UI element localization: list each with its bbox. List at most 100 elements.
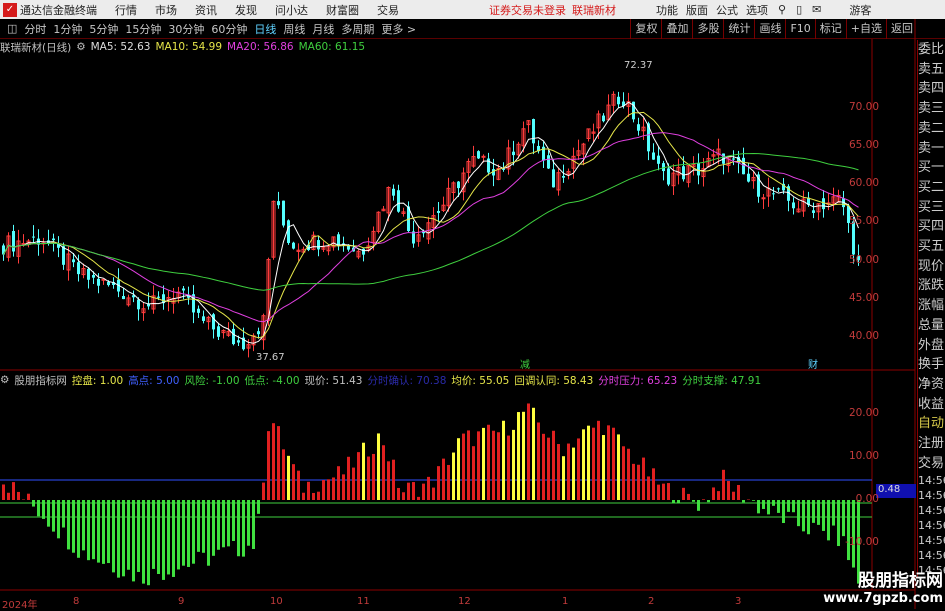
candle-body xyxy=(747,174,750,182)
indicator-bar xyxy=(287,456,290,500)
indicator-bar xyxy=(307,482,310,500)
candle-body xyxy=(682,166,685,179)
indicator-bar xyxy=(102,500,105,564)
tick-time: 14:56 xyxy=(918,518,945,533)
candle-body xyxy=(822,198,825,209)
candle-body xyxy=(32,237,35,238)
indicator-bar xyxy=(367,457,370,500)
candle-body xyxy=(197,309,200,313)
indicator-bar xyxy=(552,431,555,500)
indicator-item: 控盘: 1.00 xyxy=(72,373,123,388)
candle-body xyxy=(277,201,280,205)
candle-body xyxy=(477,151,480,158)
indicator-bar xyxy=(332,477,335,500)
indicator-bar xyxy=(707,500,710,502)
date-label: 1 xyxy=(562,596,568,607)
indicator-bar xyxy=(347,457,350,500)
candle-body xyxy=(77,262,80,274)
indicator-bar xyxy=(17,492,20,500)
indicator-bar xyxy=(482,428,485,500)
indicator-bar xyxy=(812,500,815,523)
indicator-axis-label: 0.00 xyxy=(839,493,879,505)
indicator-bar xyxy=(567,444,570,500)
indicator-axis-label: 20.00 xyxy=(839,407,879,419)
quote-field-label: 卖四 xyxy=(918,79,945,99)
indicator-bar xyxy=(387,461,390,500)
indicator-bar xyxy=(352,468,355,500)
indicator-bar xyxy=(377,433,380,500)
date-label: 9 xyxy=(178,596,184,607)
indicator-bar xyxy=(442,459,445,500)
indicator-bar xyxy=(527,403,530,500)
chart-canvas[interactable]: 72.3737.67减财 xyxy=(0,0,945,609)
indicator-item: 低点: -4.00 xyxy=(245,373,300,388)
indicator-bar xyxy=(292,464,295,500)
candle-body xyxy=(397,190,400,211)
quote-field-label: 买三 xyxy=(918,198,945,218)
candle-body xyxy=(137,300,140,310)
quote-field-label: 收益 xyxy=(918,395,945,415)
candle-body xyxy=(617,97,620,104)
event-mark: 财 xyxy=(808,358,818,371)
date-label: 8 xyxy=(73,596,79,607)
indicator-bar xyxy=(337,466,340,500)
indicator-bar xyxy=(802,500,805,531)
date-label: 11 xyxy=(357,596,370,607)
candle-body xyxy=(157,297,160,298)
candle-body xyxy=(732,158,735,159)
indicator-bar xyxy=(177,500,180,569)
indicator-bar xyxy=(667,483,670,500)
candle-body xyxy=(482,156,485,157)
indicator-bar xyxy=(832,500,835,526)
candle-body xyxy=(562,176,565,178)
indicator-name: 股朋指标网 xyxy=(14,373,67,388)
quote-field-label: 卖二 xyxy=(918,119,945,139)
indicator-bar xyxy=(587,426,590,500)
candle-body xyxy=(62,246,65,265)
indicator-bar xyxy=(72,500,75,553)
indicator-bar xyxy=(452,453,455,500)
indicator-bar xyxy=(412,482,415,500)
indicator-bar xyxy=(327,479,330,500)
indicator-bar xyxy=(792,500,795,512)
indicator-bar xyxy=(192,500,195,564)
indicator-bar xyxy=(27,494,30,500)
indicator-bar xyxy=(147,500,150,585)
date-label: 3 xyxy=(735,596,741,607)
indicator-bar xyxy=(537,422,540,500)
indicator-bar xyxy=(187,500,190,567)
indicator-bar xyxy=(32,500,35,507)
indicator-item: 风险: -1.00 xyxy=(184,373,239,388)
indicator-bar xyxy=(697,500,700,511)
quote-action[interactable]: 交易 xyxy=(918,454,945,474)
candle-body xyxy=(792,202,795,208)
tick-time: 14:56 xyxy=(918,488,945,503)
quote-field-label: 外盘 xyxy=(918,336,945,356)
indicator-bar xyxy=(7,493,10,500)
watermark-name: 股朋指标网 xyxy=(823,566,943,591)
quote-field-label: 买一 xyxy=(918,158,945,178)
settings-icon[interactable]: ⚙ xyxy=(76,41,85,53)
indicator-bar xyxy=(42,500,45,519)
indicator-axis-label: -10.00 xyxy=(839,536,879,548)
indicator-bar xyxy=(632,464,635,500)
indicator-bar xyxy=(727,481,730,500)
indicator-bar xyxy=(782,500,785,523)
indicator-bar xyxy=(117,500,120,578)
auto-label[interactable]: 自动 xyxy=(918,414,945,434)
ma20-label: MA20: 56.86 xyxy=(227,41,294,53)
candle-body xyxy=(697,163,700,175)
date-label: 10 xyxy=(270,596,283,607)
quote-panel: 委比卖五卖四卖三卖二卖一买一买二买三买四买五现价涨跌涨幅总量外盘换手净资收益自动… xyxy=(917,40,945,578)
quote-field-label: 卖三 xyxy=(918,99,945,119)
indicator-bar xyxy=(242,500,245,557)
quote-action[interactable]: 注册 xyxy=(918,434,945,454)
quote-field-label: 涨跌 xyxy=(918,276,945,296)
indicator-bar xyxy=(742,500,745,502)
indicator-info: ⚙ 股朋指标网 控盘: 1.00高点: 5.00风险: -1.00低点: -4.… xyxy=(0,372,761,388)
indicator-bar xyxy=(222,500,225,547)
indicator-bar xyxy=(497,432,500,500)
indicator-bar xyxy=(322,480,325,500)
indicator-bar xyxy=(47,500,50,527)
settings-icon[interactable]: ⚙ xyxy=(0,374,9,386)
